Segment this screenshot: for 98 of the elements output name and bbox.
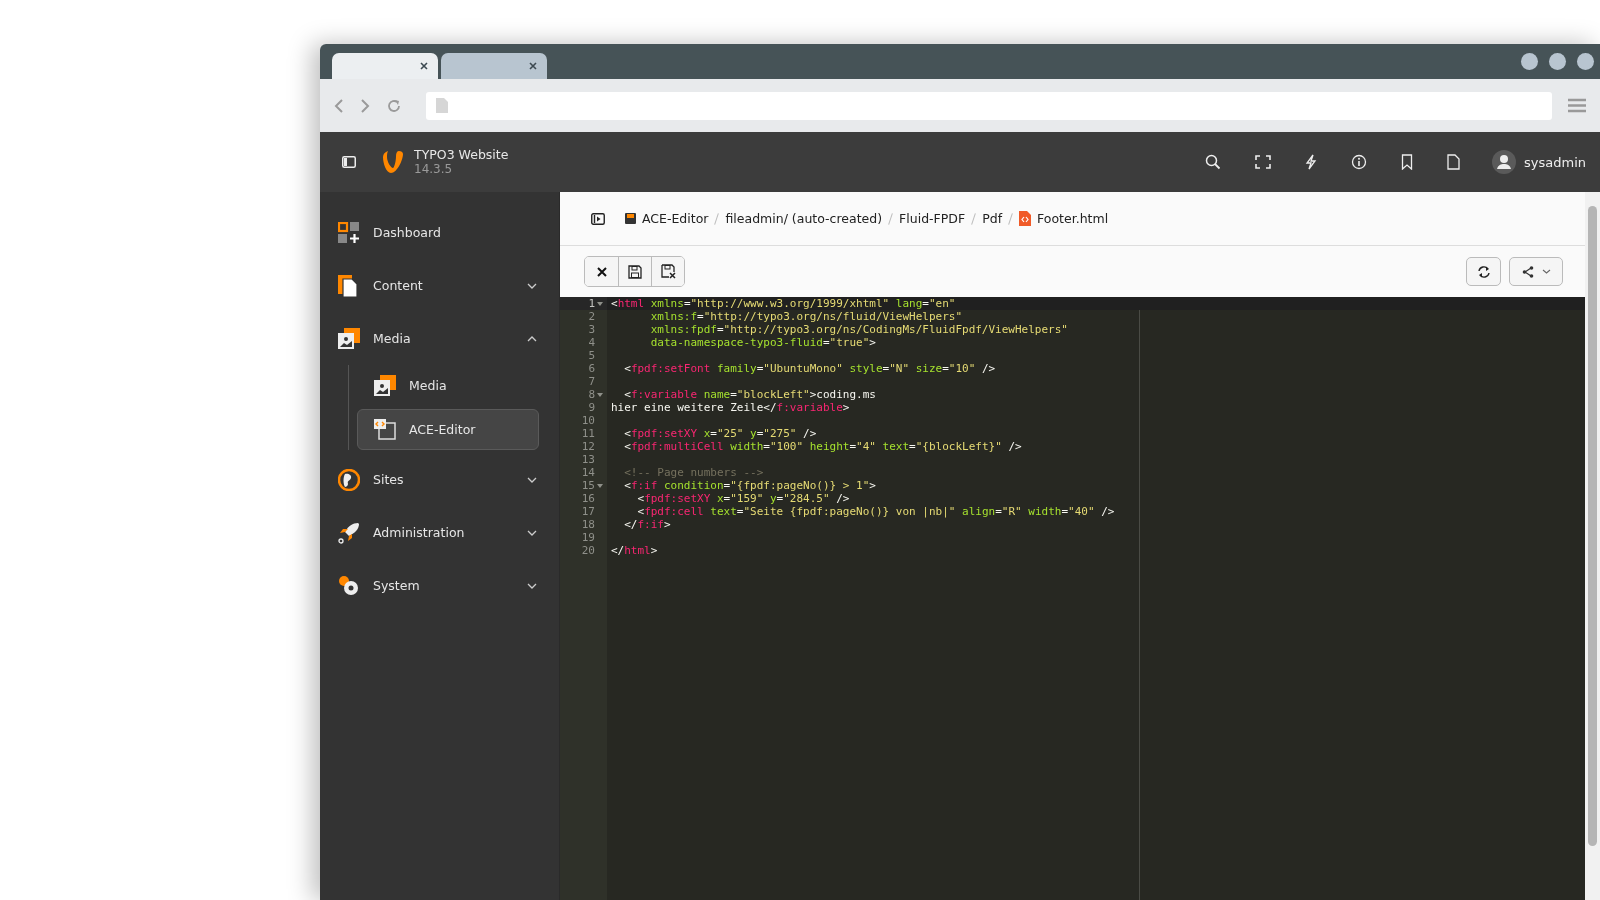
save-icon	[628, 264, 642, 279]
reload-button[interactable]	[1466, 257, 1501, 286]
line-number: 5	[588, 349, 595, 362]
line-number: 20	[581, 544, 595, 557]
submodule-item[interactable]: Media	[357, 365, 539, 406]
code-line: hier eine weitere Zeile</f:variable>	[611, 401, 850, 414]
breadcrumb-link[interactable]: Fluid-FPDF	[899, 211, 966, 226]
line-number: 18	[581, 518, 595, 531]
breadcrumb-link[interactable]: ACE-Editor	[625, 211, 709, 226]
module-menu-item[interactable]: Media	[320, 312, 559, 365]
line-number: 6	[588, 362, 595, 375]
line-number: 15	[581, 479, 595, 492]
avatar-icon	[1492, 150, 1516, 174]
code-line: <!-- Page numbers -->	[623, 466, 764, 479]
user-menu[interactable]: sysadmin	[1492, 150, 1586, 174]
line-number: 3	[588, 323, 595, 336]
close-button[interactable]	[585, 257, 618, 286]
lightning-icon[interactable]	[1305, 154, 1317, 170]
image-icon	[374, 374, 396, 397]
page-icon	[338, 274, 360, 297]
module-menu-item[interactable]: Content	[320, 259, 559, 312]
module-menu-item[interactable]: System	[320, 559, 559, 612]
code-line: <html xmlns="http://www.w3.org/1999/xhtml" lang="en"	[611, 297, 956, 310]
scrollbar[interactable]	[1585, 192, 1600, 900]
share-dropdown-button[interactable]	[1509, 257, 1563, 286]
site-title: TYPO3 Website	[414, 148, 509, 162]
save-close-icon	[660, 264, 676, 279]
line-number: 16	[581, 492, 595, 505]
window-control-icon[interactable]	[1549, 53, 1566, 70]
module-menu-item[interactable]: Administration	[320, 506, 559, 559]
caret-icon	[1541, 269, 1551, 274]
chevron-icon[interactable]	[527, 476, 537, 483]
code-line: <fpdf:setXY x="25" y="275" />	[623, 427, 817, 440]
line-number: 19	[581, 531, 595, 544]
version-label: 14.3.5	[414, 162, 454, 176]
code-line: <fpdf:setXY x="159" y="284.5" />	[636, 492, 850, 505]
code-line: </html>	[611, 544, 658, 557]
code-line: <fpdf:setFont family="UbuntuMono" style="N" size="10" />	[623, 362, 996, 375]
image-icon	[338, 327, 360, 350]
chevron-icon[interactable]	[527, 529, 537, 536]
code-line: <fpdf:multiCell width="100" height="4" text="{blockLeft}" />	[623, 440, 1022, 453]
module-menu-item[interactable]: Dashboard	[320, 206, 559, 259]
code-line: <fpdf:cell text="Seite {fpdf:pageNo()} von |nb|" align="R" width="40" />	[636, 505, 1115, 518]
line-number: 17	[581, 505, 595, 518]
code-window-icon	[374, 418, 396, 441]
line-number: 2	[588, 310, 595, 323]
save-close-button[interactable]	[651, 257, 684, 286]
breadcrumb-link[interactable]: Footer.html	[1019, 211, 1109, 226]
search-icon[interactable]	[1205, 154, 1221, 170]
rocket-icon	[338, 521, 360, 544]
line-number: 7	[588, 375, 595, 388]
line-number: 4	[588, 336, 595, 349]
address-field[interactable]	[426, 91, 1552, 120]
line-number: 9	[588, 401, 595, 414]
fold-arrow-icon[interactable]	[597, 392, 603, 397]
window-control-icon[interactable]	[1521, 53, 1538, 70]
code-line: data-namespace-typo3-fluid="true">	[649, 336, 876, 349]
line-number: 11	[581, 427, 595, 440]
html-file-icon	[1019, 211, 1032, 226]
chevron-icon[interactable]	[527, 582, 537, 589]
window-control-icon[interactable]	[1577, 53, 1594, 70]
chevron-icon[interactable]	[527, 335, 537, 342]
sidebar-toggle-icon[interactable]	[342, 156, 356, 168]
fullscreen-icon[interactable]	[1255, 155, 1271, 169]
module-menu-item[interactable]: Sites	[320, 453, 559, 506]
close-icon[interactable]	[529, 62, 537, 70]
dashboard-icon	[338, 221, 360, 244]
info-icon[interactable]	[1351, 154, 1367, 170]
chevron-icon[interactable]	[527, 282, 537, 289]
close-icon	[596, 266, 607, 277]
globe-icon	[338, 468, 360, 491]
panel-toggle-icon[interactable]	[591, 212, 605, 225]
fold-arrow-icon[interactable]	[597, 301, 603, 306]
line-number: 12	[581, 440, 595, 453]
share-icon	[1521, 265, 1534, 278]
breadcrumb-link[interactable]: Pdf	[982, 211, 1003, 226]
save-button[interactable]	[618, 257, 651, 286]
breadcrumb-link[interactable]: fileadmin/ (auto-created)	[725, 211, 883, 226]
code-line: </f:if>	[623, 518, 671, 531]
document-icon[interactable]	[1447, 154, 1460, 170]
line-number: 8	[588, 388, 595, 401]
code-line: xmlns:f="http://typo3.org/ns/fluid/ViewHelpers"	[649, 310, 962, 323]
storage-icon	[625, 213, 636, 224]
code-line: <f:if condition="{fpdf:pageNo()} > 1">	[623, 479, 876, 492]
close-icon[interactable]	[420, 62, 428, 70]
line-number: 13	[581, 453, 595, 466]
user-name: sysadmin	[1524, 154, 1586, 170]
line-number: 1	[588, 297, 595, 310]
code-line: <f:variable name="blockLeft">coding.ms	[623, 388, 876, 401]
fold-arrow-icon[interactable]	[597, 483, 603, 488]
line-number: 14	[581, 466, 595, 479]
logo-icon[interactable]	[382, 150, 404, 174]
bookmark-icon[interactable]	[1401, 154, 1413, 170]
page-icon	[436, 98, 448, 113]
code-line: xmlns:fpdf="http://typo3.org/ns/CodingMs/FluidFpdf/ViewHelpers"	[649, 323, 1068, 336]
line-number: 10	[581, 414, 595, 427]
reload-icon	[1476, 264, 1491, 279]
submodule-item[interactable]: ACE-Editor	[357, 409, 539, 450]
